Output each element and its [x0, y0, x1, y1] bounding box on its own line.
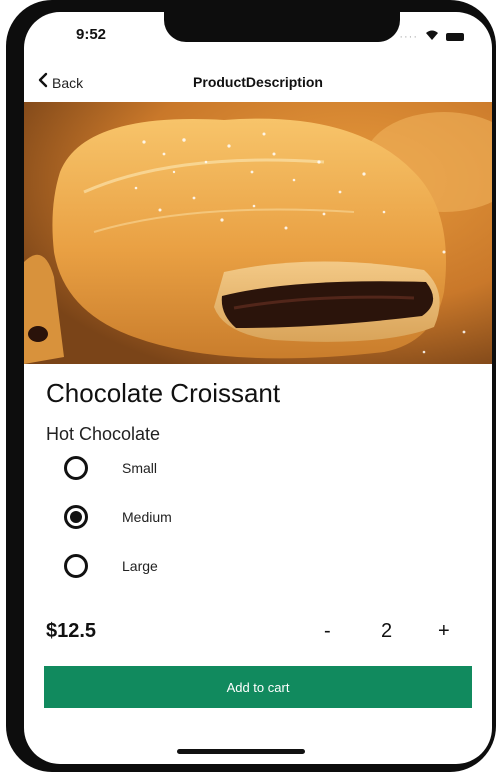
quantity-decrease-button[interactable]: - [324, 620, 331, 643]
radio-unselected-icon[interactable] [64, 456, 88, 480]
size-option-large[interactable]: Large [64, 554, 158, 578]
size-option-label: Large [122, 558, 158, 574]
phone-screen: 9:52 ···· ProductDescription Back Chocol… [24, 12, 492, 764]
signal-icon: ···· [399, 31, 418, 43]
battery-icon [446, 33, 464, 41]
product-image [24, 102, 492, 364]
quantity-value: 2 [381, 620, 393, 642]
radio-dot [70, 511, 82, 523]
product-title: Chocolate Croissant [46, 378, 281, 408]
back-label: Back [52, 74, 84, 91]
home-indicator [177, 749, 305, 754]
page-title: ProductDescription [193, 74, 323, 90]
size-option-medium[interactable]: Medium [64, 505, 172, 529]
radio-unselected-icon[interactable] [64, 554, 88, 578]
phone-notch [164, 12, 400, 42]
status-time: 9:52 [76, 26, 107, 43]
add-to-cart-button[interactable]: Add to cart [44, 666, 472, 708]
navigation-bar: ProductDescription Back [24, 70, 492, 100]
status-icons: ···· [399, 28, 464, 46]
quantity-increase-button[interactable]: + [438, 620, 450, 643]
back-button[interactable]: Back [38, 72, 83, 93]
screenshot-stage: 9:52 ···· ProductDescription Back Chocol… [0, 0, 499, 776]
radio-selected-icon[interactable] [64, 505, 88, 529]
wifi-icon [424, 28, 440, 46]
product-price: $12.5 [46, 620, 97, 642]
size-option-small[interactable]: Small [64, 456, 157, 480]
product-subtitle: Hot Chocolate [46, 424, 161, 444]
size-option-label: Small [122, 460, 158, 476]
chevron-left-icon [38, 72, 48, 93]
size-option-label: Medium [122, 509, 172, 525]
